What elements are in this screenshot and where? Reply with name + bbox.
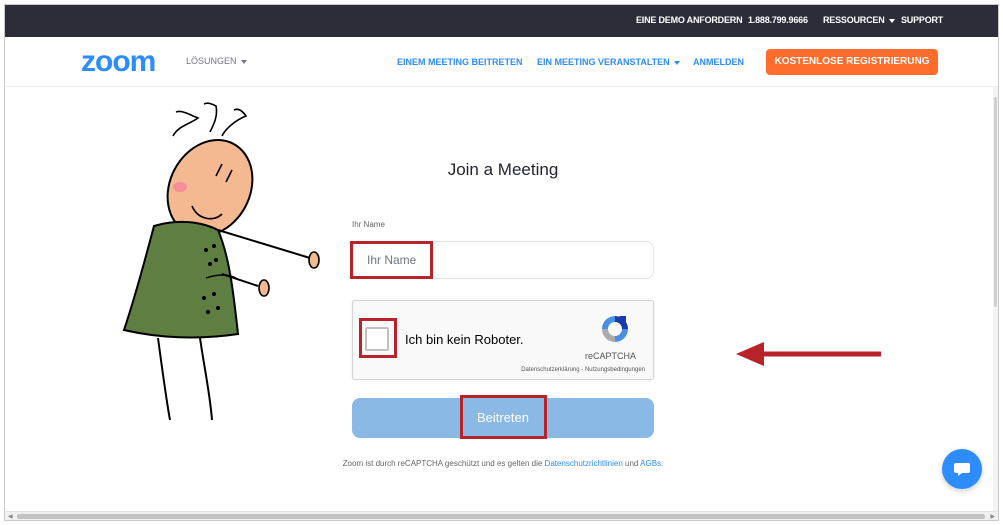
top-bar: EINE DEMO ANFORDERN 1.888.799.9666 RESSO… bbox=[5, 5, 998, 37]
privacy-policy-link[interactable]: Datenschutzrichtlinien bbox=[545, 459, 623, 468]
resources-menu[interactable]: RESSOURCEN bbox=[823, 15, 895, 25]
solutions-label: LÖSUNGEN bbox=[186, 56, 237, 66]
support-link[interactable]: SUPPORT bbox=[901, 15, 943, 25]
recaptcha-label: Ich bin kein Roboter. bbox=[405, 332, 524, 347]
horizontal-scrollbar[interactable]: ◀ ▶ bbox=[5, 511, 998, 520]
host-meeting-label: EIN MEETING VERANSTALTEN bbox=[537, 57, 670, 67]
name-field-label: Ihr Name bbox=[352, 220, 385, 229]
footnote-text: Zoom ist durch reCAPTCHA geschützt und e… bbox=[342, 459, 545, 468]
join-meeting-link[interactable]: EINEM MEETING BEITRETEN bbox=[397, 57, 523, 67]
vertical-scroll-thumb[interactable] bbox=[994, 97, 997, 307]
caret-down-icon bbox=[240, 59, 247, 64]
recaptcha-brand: reCAPTCHA bbox=[585, 351, 637, 361]
recaptcha-privacy-link[interactable]: Datenschutzerklärung bbox=[521, 367, 579, 373]
recaptcha-terms-link[interactable]: Nutzungsbedingungen bbox=[585, 367, 645, 373]
screenshot-frame: EINE DEMO ANFORDERN 1.888.799.9666 RESSO… bbox=[0, 0, 1003, 525]
recaptcha-logo-icon bbox=[602, 316, 628, 342]
sign-in-link[interactable]: ANMELDEN bbox=[693, 57, 744, 67]
recaptcha-links: Datenschutzerklärung - Nutzungsbedingung… bbox=[521, 367, 645, 373]
footnote-and: und bbox=[622, 459, 641, 468]
scroll-left-icon[interactable]: ◀ bbox=[8, 513, 13, 520]
recaptcha-widget: Ich bin kein Roboter. reCAPTCHA Datensch… bbox=[352, 300, 654, 380]
vertical-scrollbar[interactable] bbox=[993, 87, 998, 511]
left-arrow-annotation-icon bbox=[736, 342, 881, 366]
host-meeting-menu[interactable]: EIN MEETING VERANSTALTEN bbox=[537, 57, 680, 67]
caret-down-icon bbox=[673, 60, 680, 65]
zoom-logo[interactable]: zoom bbox=[81, 47, 156, 77]
recaptcha-footnote: Zoom ist durch reCAPTCHA geschützt und e… bbox=[300, 459, 706, 468]
terms-link[interactable]: AGBs bbox=[640, 459, 661, 468]
caret-down-icon bbox=[888, 18, 895, 23]
chat-button[interactable] bbox=[942, 449, 982, 489]
solutions-menu[interactable]: LÖSUNGEN bbox=[186, 56, 247, 66]
join-button[interactable]: Beitreten bbox=[352, 398, 654, 438]
footnote-period: . bbox=[661, 459, 664, 468]
recaptcha-checkbox[interactable] bbox=[365, 327, 389, 351]
request-demo-link[interactable]: EINE DEMO ANFORDERN bbox=[636, 15, 743, 25]
page-title: Join a Meeting bbox=[447, 160, 559, 179]
resources-label: RESSOURCEN bbox=[823, 15, 885, 25]
stick-figure-illustration bbox=[122, 102, 320, 421]
main-nav: zoom LÖSUNGEN EINEM MEETING BEITRETEN EI… bbox=[5, 37, 998, 87]
phone-number-link[interactable]: 1.888.799.9666 bbox=[748, 15, 808, 25]
name-input[interactable] bbox=[352, 241, 654, 279]
scroll-right-icon[interactable]: ▶ bbox=[990, 513, 995, 520]
horizontal-scroll-thumb[interactable] bbox=[17, 514, 985, 519]
sign-up-button[interactable]: KOSTENLOSE REGISTRIERUNG bbox=[766, 49, 938, 75]
chat-bubble-icon bbox=[954, 463, 970, 476]
